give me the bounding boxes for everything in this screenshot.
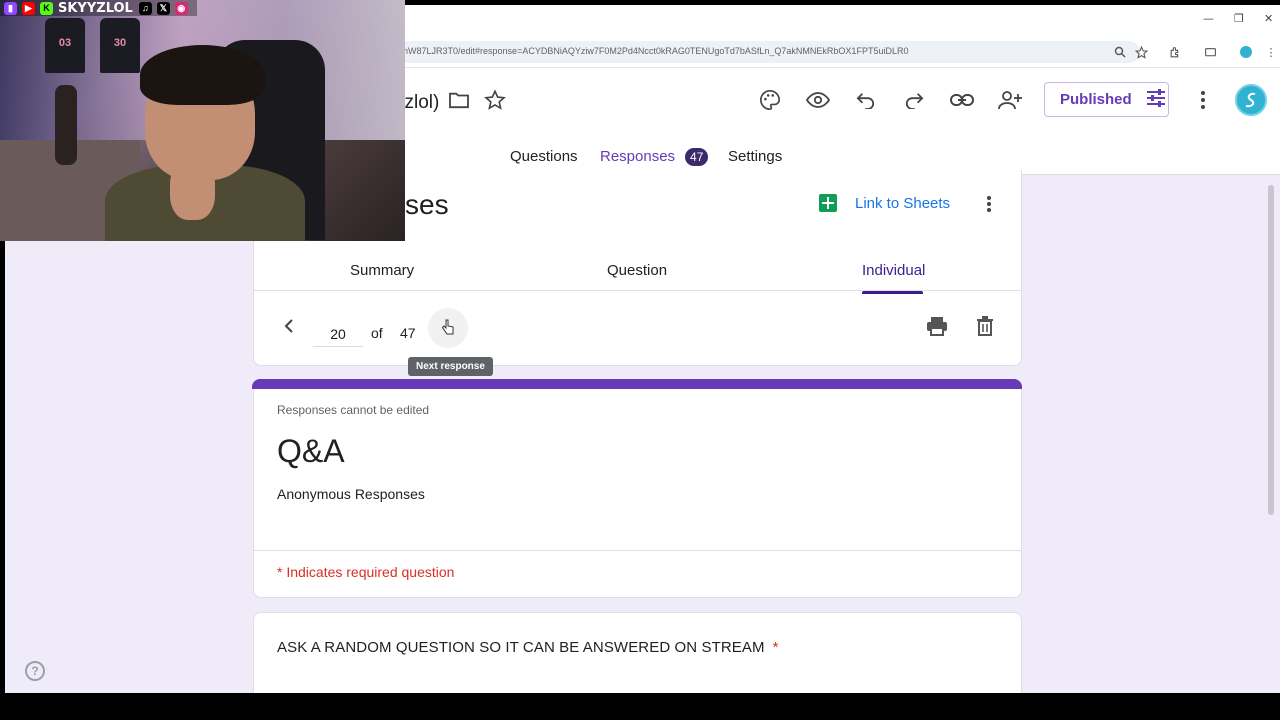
tab-responses-label: Responses (600, 148, 676, 165)
extensions-icon[interactable] (1166, 43, 1184, 61)
undo-icon[interactable] (852, 86, 880, 114)
social-bar: ▮ ▶ K SKYYZLOL ♫ 𝕏 ◉ (0, 0, 197, 16)
next-response-button[interactable] (428, 308, 468, 348)
tab-responses[interactable]: Responses 47 (600, 148, 709, 166)
responses-more-icon[interactable] (975, 190, 1003, 218)
responses-count-badge: 47 (685, 148, 709, 166)
palette-icon[interactable] (756, 86, 784, 114)
tab-questions[interactable]: Questions (510, 148, 578, 165)
profile-icon[interactable] (1237, 43, 1255, 61)
scrollbar[interactable] (1268, 185, 1274, 515)
tiktok-icon: ♫ (138, 1, 152, 15)
form-heading: Q&A (277, 433, 345, 469)
twitch-icon: ▮ (4, 1, 17, 15)
streamer-hand (170, 160, 215, 220)
previous-response-icon[interactable] (275, 312, 303, 340)
star-icon[interactable] (481, 86, 509, 114)
subtab-summary[interactable]: Summary (350, 262, 414, 279)
subtab-individual[interactable]: Individual (862, 262, 925, 279)
link-icon[interactable] (948, 86, 976, 114)
link-to-sheets-label: Link to Sheets (855, 194, 951, 212)
required-star: * (772, 639, 779, 656)
avatar[interactable] (1235, 84, 1267, 116)
more-options-icon[interactable] (1189, 86, 1217, 114)
close-icon[interactable]: ✕ (1264, 12, 1273, 25)
preview-eye-icon[interactable] (804, 86, 832, 114)
browser-menu-icon[interactable]: ⋮ (1262, 43, 1280, 61)
responses-not-editable-note: Responses cannot be edited (277, 403, 430, 417)
url-text: hW87LJR3T0/edit#response=ACYDBNiAQYziw7F… (403, 46, 909, 56)
folder-icon[interactable] (445, 86, 473, 114)
response-number-input[interactable]: 20 (313, 323, 363, 347)
sheets-icon (819, 194, 837, 212)
add-collaborator-icon[interactable] (996, 86, 1024, 114)
x-icon: 𝕏 (156, 1, 170, 15)
redo-icon[interactable] (900, 86, 928, 114)
response-total: 47 (400, 325, 416, 341)
help-icon[interactable]: ? (25, 661, 45, 681)
tune-icon (1146, 88, 1166, 111)
streamer-name: SKYYZLOL (58, 0, 133, 16)
zoom-icon[interactable] (1111, 43, 1129, 61)
published-button[interactable]: Published (1044, 82, 1169, 117)
kick-icon: K (40, 1, 53, 15)
active-subtab-indicator (862, 291, 923, 294)
instagram-icon: ◉ (174, 1, 188, 15)
print-icon[interactable] (923, 312, 951, 340)
microphone (55, 85, 77, 165)
subtab-question[interactable]: Question (607, 262, 667, 279)
pointer-cursor-icon (441, 319, 455, 338)
webcam-overlay: 03 30 ▮ ▶ K SKYYZLOL ♫ 𝕏 ◉ (0, 0, 405, 241)
delete-icon[interactable] (971, 312, 999, 340)
streamer-hair (140, 45, 265, 105)
minimize-icon[interactable]: — (1203, 12, 1214, 25)
restore-icon[interactable]: ❐ (1234, 12, 1244, 25)
jersey-right: 30 (100, 18, 140, 73)
next-response-tooltip: Next response (408, 357, 493, 376)
cast-icon[interactable] (1201, 43, 1219, 61)
form-accent-bar (252, 379, 1022, 389)
tab-settings[interactable]: Settings (728, 148, 782, 165)
youtube-icon: ▶ (22, 1, 35, 15)
bookmark-star-icon[interactable] (1132, 43, 1150, 61)
form-description: Anonymous Responses (277, 486, 425, 502)
link-to-sheets-button[interactable]: Link to Sheets (819, 194, 950, 212)
of-label: of (371, 325, 383, 341)
question-title: ASK A RANDOM QUESTION SO IT CAN BE ANSWE… (277, 639, 779, 656)
required-note: * Indicates required question (277, 564, 455, 580)
question-label: ASK A RANDOM QUESTION SO IT CAN BE ANSWE… (277, 639, 765, 656)
published-label: Published (1060, 91, 1132, 108)
screen: — ❐ ✕ hW87LJR3T0/edit#response=ACYDBNiAQ… (0, 0, 1280, 720)
responses-title: ses (405, 189, 449, 220)
jersey-left: 03 (45, 18, 85, 73)
card-divider (253, 550, 1021, 551)
